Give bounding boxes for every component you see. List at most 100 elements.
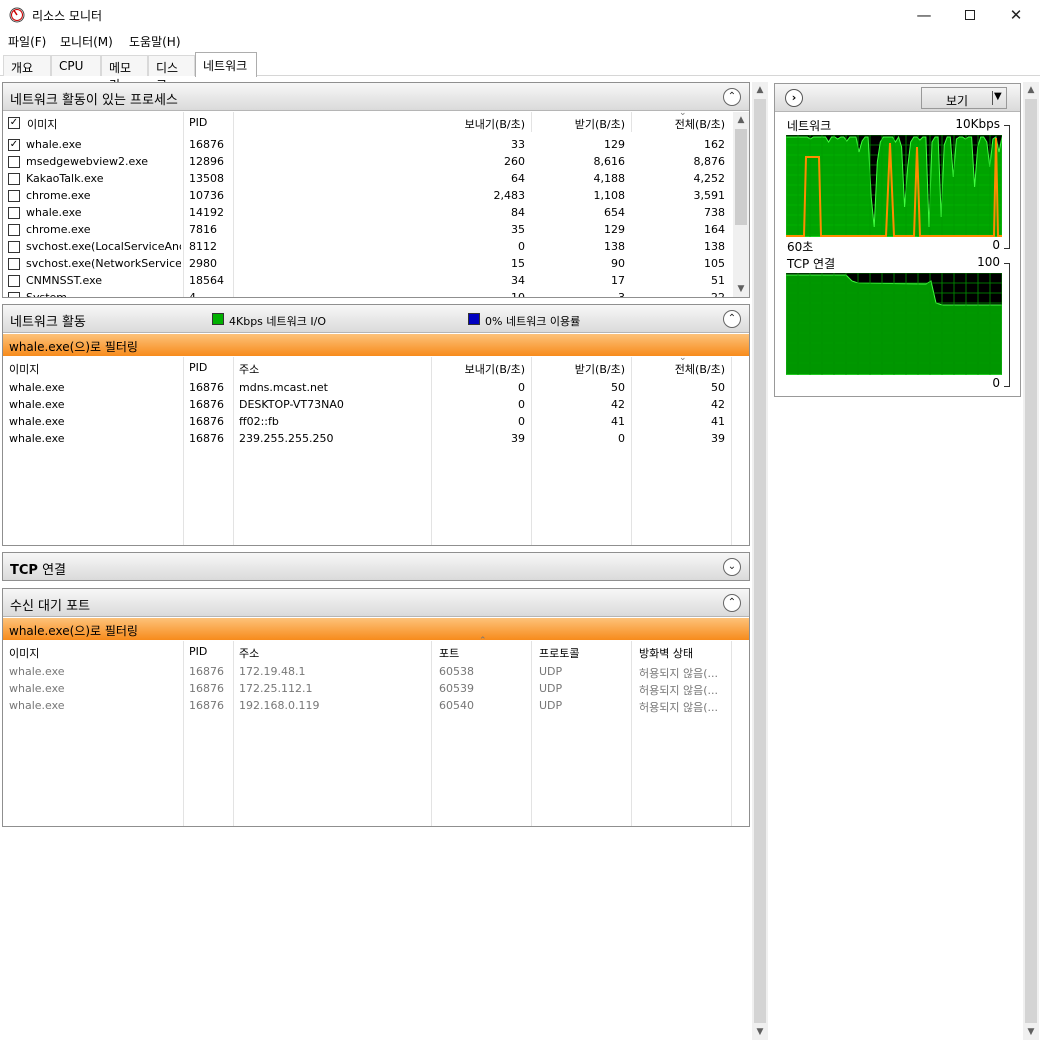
cell-send: 15	[511, 257, 525, 270]
scroll-thumb[interactable]	[754, 99, 766, 1023]
table-row[interactable]: whale.exe 14192 84 654 738	[3, 204, 733, 221]
tab-overview[interactable]: 개요	[3, 55, 51, 76]
view-dropdown[interactable]: 보기 ▼	[921, 87, 1007, 109]
cell-pid: 16876	[189, 682, 224, 695]
table-row[interactable]: msedgewebview2.exe 12896 260 8,616 8,876	[3, 153, 733, 170]
tcp-header[interactable]: TCP 연결 ⌄	[3, 553, 749, 580]
cell-image: chrome.exe	[26, 189, 91, 202]
network-graph	[786, 135, 1002, 237]
scroll-down-icon[interactable]: ▼	[733, 281, 749, 297]
row-checkbox[interactable]	[8, 207, 20, 219]
right-pane-scrollbar[interactable]: ▲ ▼	[1023, 82, 1039, 1040]
table-row[interactable]: whale.exe 16876 DESKTOP-VT73NA0 0 42 42	[3, 396, 733, 413]
row-checkbox[interactable]	[8, 241, 20, 253]
expand-icon[interactable]: ⌄	[723, 558, 741, 576]
processes-scrollbar[interactable]: ▲ ▼	[733, 112, 749, 297]
scroll-down-icon[interactable]: ▼	[752, 1024, 768, 1040]
collapse-icon[interactable]: ⌃	[723, 88, 741, 106]
collapse-icon[interactable]: ⌃	[723, 310, 741, 328]
scroll-down-icon[interactable]: ▼	[1023, 1024, 1039, 1040]
cell-recv: 3	[533, 291, 625, 297]
cell-recv: 1,108	[593, 189, 626, 202]
row-checkbox[interactable]	[8, 224, 20, 236]
col-recv[interactable]: 받기(B/초)	[533, 116, 625, 132]
table-row[interactable]: KakaoTalk.exe 13508 64 4,188 4,252	[3, 170, 733, 187]
table-row[interactable]: svchost.exe(LocalServiceAndN... 8112 0 138 1…	[3, 238, 733, 255]
row-checkbox[interactable]	[8, 275, 20, 287]
table-row[interactable]: whale.exe 16876 192.168.0.119 60540 UDP 허용되지 …	[3, 697, 733, 714]
cell-send: 10	[433, 291, 525, 297]
col-send[interactable]: 보내기(B/초)	[433, 116, 525, 132]
row-checkbox[interactable]	[8, 156, 20, 168]
table-row[interactable]: whale.exe 16876 172.19.48.1 60538 UDP 허용되지 않음…	[3, 663, 733, 680]
scroll-up-icon[interactable]: ▲	[1023, 82, 1039, 98]
col-firewall[interactable]: 방화벽 상태	[639, 645, 693, 661]
table-row[interactable]: whale.exe 16876 mdns.mcast.net 0 50 50	[3, 379, 733, 396]
table-row[interactable]: whale.exe 16876 172.25.112.1 60539 UDP 허용되지 않…	[3, 680, 733, 697]
scroll-thumb[interactable]	[1025, 99, 1037, 1023]
cell-pid: 16876	[189, 699, 224, 712]
scroll-up-icon[interactable]: ▲	[733, 112, 749, 128]
cell-image: whale.exe	[26, 206, 82, 219]
cell-total: 3,591	[693, 189, 726, 202]
expand-right-icon[interactable]: ›	[785, 89, 803, 107]
col-image[interactable]: 이미지	[9, 645, 39, 661]
table-row[interactable]: System 4 10 3 22	[3, 289, 733, 297]
menu-file[interactable]: 파일(F)	[8, 33, 46, 50]
cell-pid: 13508	[189, 172, 224, 185]
processes-header[interactable]: 네트워크 활동이 있는 프로세스 ⌃	[3, 83, 749, 111]
col-address[interactable]: 주소	[239, 645, 259, 661]
menu-help[interactable]: 도움말(H)	[129, 33, 181, 50]
col-port[interactable]: 포트	[439, 645, 459, 661]
row-checkbox[interactable]	[8, 292, 20, 297]
table-row[interactable]: chrome.exe 10736 2,483 1,108 3,591	[3, 187, 733, 204]
minimize-button[interactable]: —	[901, 0, 947, 30]
col-image[interactable]: 이미지	[27, 116, 57, 132]
col-image[interactable]: 이미지	[9, 361, 39, 377]
collapse-icon[interactable]: ⌃	[723, 594, 741, 612]
scroll-up-icon[interactable]: ▲	[752, 82, 768, 98]
col-recv[interactable]: 받기(B/초)	[533, 361, 625, 377]
table-row[interactable]: whale.exe 16876 239.255.255.250 39 0 39	[3, 430, 733, 447]
tcp-graph-title: TCP 연결	[787, 257, 836, 271]
listening-ports-header[interactable]: 수신 대기 포트 ⌃	[3, 589, 749, 617]
col-total[interactable]: 전체(B/초)	[633, 361, 725, 377]
row-checkbox[interactable]: ✓	[8, 139, 20, 151]
cell-pid: 16876	[189, 398, 224, 411]
table-row[interactable]: CNMNSST.exe 18564 34 17 51	[3, 272, 733, 289]
cell-pid: 18564	[189, 274, 224, 287]
col-send[interactable]: 보내기(B/초)	[433, 361, 525, 377]
col-pid[interactable]: PID	[189, 645, 207, 658]
row-checkbox[interactable]	[8, 190, 20, 202]
scroll-thumb[interactable]	[735, 129, 747, 225]
table-row[interactable]: whale.exe 16876 ff02::fb 0 41 41	[3, 413, 733, 430]
tab-disk[interactable]: 디스크	[148, 55, 195, 92]
table-row[interactable]: svchost.exe(NetworkService -... 2980 15 90 1…	[3, 255, 733, 272]
col-pid[interactable]: PID	[189, 116, 207, 129]
tab-memory[interactable]: 메모리	[101, 55, 148, 92]
cell-recv: 654	[604, 206, 625, 219]
col-pid[interactable]: PID	[189, 361, 207, 374]
tab-cpu[interactable]: CPU	[51, 55, 101, 76]
maximize-button[interactable]	[947, 0, 993, 30]
table-row[interactable]: ✓ whale.exe 16876 33 129 162	[3, 136, 733, 153]
menu-monitor[interactable]: 모니터(M)	[60, 33, 113, 50]
table-row[interactable]: chrome.exe 7816 35 129 164	[3, 221, 733, 238]
row-checkbox[interactable]	[8, 173, 20, 185]
left-pane-scrollbar[interactable]: ▲ ▼	[752, 82, 768, 1040]
row-checkbox[interactable]	[8, 258, 20, 270]
col-total[interactable]: 전체(B/초)	[633, 116, 725, 132]
cell-pid: 16876	[189, 665, 224, 678]
cell-image: KakaoTalk.exe	[26, 172, 104, 185]
close-button[interactable]: ✕	[993, 0, 1039, 30]
network-activity-header[interactable]: 네트워크 활동 4Kbps 네트워크 I/O 0% 네트워크 이용률 ⌃	[3, 305, 749, 333]
cell-image: svchost.exe(NetworkService -...	[26, 257, 181, 270]
cell-recv: 8,616	[593, 155, 626, 168]
io-legend-swatch	[212, 313, 224, 325]
col-address[interactable]: 주소	[239, 361, 259, 377]
col-protocol[interactable]: 프로토콜	[539, 645, 579, 661]
select-all-checkbox[interactable]: ✓	[8, 117, 20, 129]
section-title: 네트워크 활동	[10, 315, 86, 330]
cell-image: msedgewebview2.exe	[26, 155, 149, 168]
tab-network[interactable]: 네트워크	[195, 52, 257, 77]
